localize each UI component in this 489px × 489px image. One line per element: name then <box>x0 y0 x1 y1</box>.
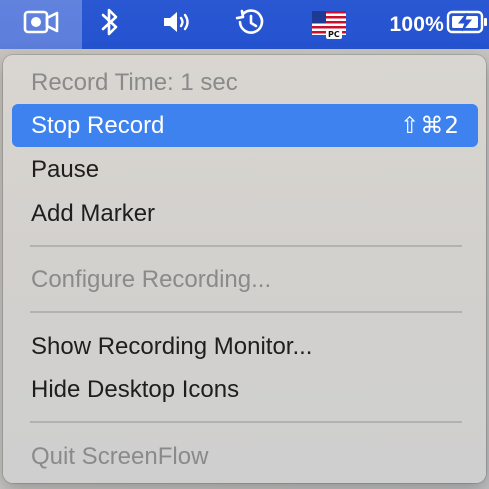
screenflow-dropdown-menu: Record Time: 1 sec Stop Record ⇧⌘2 Pause… <box>3 55 486 483</box>
menu-item-label: Hide Desktop Icons <box>31 375 240 403</box>
shortcut-keys: ⇧⌘2 <box>400 112 460 139</box>
bluetooth-menu-extra[interactable] <box>92 0 128 49</box>
menu-separator <box>30 311 462 313</box>
speaker-volume-icon <box>161 9 195 40</box>
menu-item-label: Quit ScreenFlow <box>31 442 209 470</box>
menu-item-label: Show Recording Monitor... <box>31 332 313 360</box>
menu-item-label: Pause <box>31 155 100 183</box>
battery-charging-icon <box>446 10 488 39</box>
bluetooth-icon <box>100 7 120 42</box>
menu-separator <box>30 421 462 423</box>
menu-item-label: Add Marker <box>31 199 156 227</box>
menu-item-configure-recording: Configure Recording... <box>12 258 478 301</box>
screenflow-camera-menu-extra[interactable] <box>0 0 82 49</box>
menu-item-show-recording-monitor[interactable]: Show Recording Monitor... <box>12 325 478 368</box>
menu-item-add-marker[interactable]: Add Marker <box>12 192 478 235</box>
menu-item-pause[interactable]: Pause <box>12 148 478 191</box>
keyboard-shortcut: ⇧⌘2 <box>400 113 460 139</box>
menu-item-label: Record Time: 1 sec <box>31 68 238 96</box>
battery-menu-extra[interactable] <box>446 0 489 49</box>
volume-menu-extra[interactable] <box>156 0 200 49</box>
time-machine-menu-extra[interactable] <box>230 0 270 49</box>
time-machine-icon <box>234 7 266 42</box>
menu-separator <box>30 245 462 247</box>
menu-item-record-time: Record Time: 1 sec <box>12 61 478 104</box>
menu-item-label: Configure Recording... <box>31 265 272 293</box>
menu-item-stop-record[interactable]: Stop Record ⇧⌘2 <box>12 104 478 147</box>
menu-item-hide-desktop-icons[interactable]: Hide Desktop Icons <box>12 368 478 411</box>
menu-item-quit-screenflow: Quit ScreenFlow <box>12 435 478 478</box>
video-camera-icon <box>23 9 59 40</box>
input-source-menu-extra[interactable]: PC <box>305 0 355 49</box>
input-source-badge: PC <box>326 29 342 39</box>
menu-bar: PC 100% <box>0 0 489 49</box>
menu-item-label: Stop Record <box>31 111 165 139</box>
battery-percentage[interactable]: 100% <box>376 0 444 49</box>
